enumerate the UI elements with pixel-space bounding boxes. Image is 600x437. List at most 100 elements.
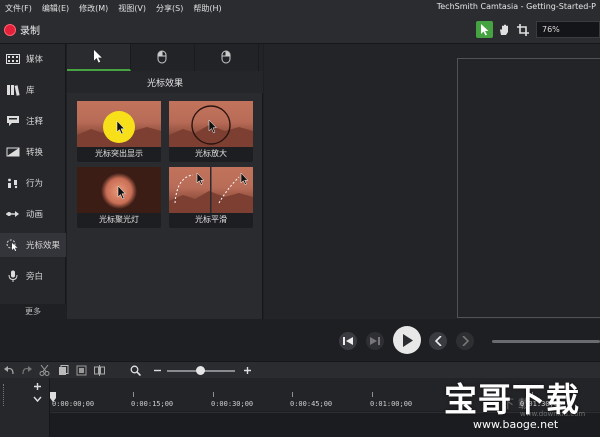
effect-thumbnail	[77, 101, 161, 147]
time-tick-label: 0:01:00;00	[370, 400, 413, 408]
menu-bar: 文件(F) 编辑(E) 修改(M) 视图(V) 分享(S) 帮助(H) Tech…	[0, 0, 600, 16]
sidebar-item-media[interactable]: 媒体	[0, 47, 66, 71]
watermark-url: www.baoge.net	[473, 418, 559, 431]
record-icon	[4, 23, 16, 36]
step-forward-icon	[370, 337, 380, 345]
sidebar-item-label: 注释	[26, 117, 44, 127]
cut-icon[interactable]	[39, 365, 50, 376]
right-click-tab-icon	[221, 50, 231, 64]
more-button[interactable]: 更多	[0, 304, 66, 319]
watermark-title: 宝哥下载	[444, 380, 580, 419]
menu-view[interactable]: 视图(V)	[113, 3, 151, 14]
undo-icon[interactable]	[4, 365, 15, 376]
main-toolbar: 录制 76%	[0, 16, 600, 44]
zoom-out-icon[interactable]	[152, 365, 163, 376]
playhead[interactable]	[50, 392, 56, 402]
tab-right-click[interactable]	[195, 44, 259, 71]
effect-thumbnail	[77, 167, 161, 213]
effect-tile-cursor-magnify[interactable]: 光标放大	[169, 101, 253, 162]
chevron-down-icon[interactable]	[33, 396, 42, 403]
chevron-left-icon	[434, 336, 442, 346]
sidebar-item-label: 库	[26, 86, 35, 96]
sidebar-item-behaviors[interactable]: 行为	[0, 171, 66, 195]
cursor-effects-panel: 光标效果 光标突出显示 光标放大 光标聚光灯 光标平滑	[67, 44, 263, 319]
cursor-tab-icon	[94, 50, 102, 63]
sidebar-item-voice-narration[interactable]: 旁白	[0, 264, 66, 288]
panel-tab-row	[67, 44, 263, 71]
tab-left-click[interactable]	[131, 44, 195, 71]
play-icon	[403, 333, 413, 347]
add-track-icon[interactable]	[33, 382, 42, 391]
sidebar-item-transitions[interactable]: 转换	[0, 140, 66, 164]
watermark: 下 载 www.downxia.com 宝哥下载 www.baoge.net	[444, 373, 600, 437]
effect-caption: 光标聚光灯	[99, 215, 139, 224]
play-button[interactable]	[393, 326, 421, 354]
menu-file[interactable]: 文件(F)	[0, 3, 37, 14]
time-tick-label: 0:00:30;00	[211, 400, 254, 408]
redo-icon[interactable]	[21, 365, 32, 376]
step-back-icon	[343, 337, 353, 345]
sidebar-item-label: 光标效果	[26, 241, 61, 251]
panel-title: 光标效果	[67, 71, 263, 93]
effect-tile-cursor-smoothing[interactable]: 光标平滑	[169, 167, 253, 228]
time-tick-label: 0:00:45;00	[290, 400, 333, 408]
split-icon[interactable]	[94, 365, 105, 376]
crop-tool-button[interactable]	[514, 21, 531, 38]
film-strip-icon	[6, 54, 20, 64]
behavior-icon	[8, 178, 18, 189]
sidebar-item-label: 旁白	[26, 272, 44, 282]
select-tool-button[interactable]	[476, 21, 493, 38]
arrow-cursor-icon	[480, 23, 488, 35]
timeline-zoom-handle[interactable]	[196, 366, 205, 375]
zoom-select[interactable]: 76%	[536, 21, 600, 38]
scrub-bar[interactable]	[492, 340, 600, 343]
zoom-magnifier-icon	[130, 365, 141, 376]
record-button[interactable]: 录制	[4, 22, 40, 37]
left-click-tab-icon	[157, 50, 167, 64]
sidebar-item-label: 行为	[26, 179, 44, 189]
menu-modify[interactable]: 修改(M)	[74, 3, 113, 14]
animation-icon	[6, 211, 19, 217]
sidebar-item-animations[interactable]: 动画	[0, 202, 66, 226]
sidebar-item-label: 动画	[26, 210, 44, 220]
effect-tile-cursor-highlight[interactable]: 光标突出显示	[77, 101, 161, 162]
menu-share[interactable]: 分享(S)	[151, 3, 188, 14]
hand-icon	[499, 24, 508, 35]
effect-caption: 光标突出显示	[95, 149, 143, 158]
effect-caption: 光标放大	[195, 149, 227, 158]
paste-icon[interactable]	[76, 365, 87, 376]
previous-frame-button[interactable]	[339, 332, 357, 350]
previous-marker-button[interactable]	[429, 332, 447, 350]
effect-thumbnail	[169, 167, 253, 213]
canvas-frame[interactable]	[457, 58, 600, 318]
crop-icon	[516, 23, 529, 36]
effect-thumbnail	[169, 101, 253, 147]
menu-help[interactable]: 帮助(H)	[188, 3, 226, 14]
copy-icon[interactable]	[58, 365, 69, 376]
track-controls	[0, 378, 50, 437]
effect-tile-cursor-spotlight[interactable]: 光标聚光灯	[77, 167, 161, 228]
menu-edit[interactable]: 编辑(E)	[37, 3, 74, 14]
tab-cursor[interactable]	[67, 44, 131, 71]
cursor-effects-icon	[6, 239, 18, 251]
sidebar-item-label: 转换	[26, 148, 44, 158]
zoom-in-icon[interactable]	[242, 365, 253, 376]
playback-controls	[264, 319, 600, 361]
annotation-icon	[7, 116, 19, 126]
window-title: TechSmith Camtasia - Getting-Started-P	[436, 2, 596, 11]
tools-sidebar: 媒体 库 注释 转换 行为 动画 光标效果 旁白 更多	[0, 44, 66, 319]
time-tick-label: 0:00:00;00	[52, 400, 95, 408]
record-label: 录制	[20, 26, 40, 37]
sidebar-item-label: 媒体	[26, 55, 44, 65]
pan-tool-button[interactable]	[495, 21, 512, 38]
next-frame-button[interactable]	[366, 332, 384, 350]
sidebar-item-annotations[interactable]: 注释	[0, 109, 66, 133]
next-marker-button[interactable]	[456, 332, 474, 350]
track-drag-handle[interactable]	[3, 384, 7, 406]
chevron-right-icon	[461, 336, 469, 346]
sidebar-item-library[interactable]: 库	[0, 78, 66, 102]
time-tick-label: 0:00:15;00	[131, 400, 174, 408]
transition-icon	[6, 147, 20, 157]
microphone-icon	[8, 270, 18, 282]
sidebar-item-cursor-effects[interactable]: 光标效果	[0, 233, 66, 257]
